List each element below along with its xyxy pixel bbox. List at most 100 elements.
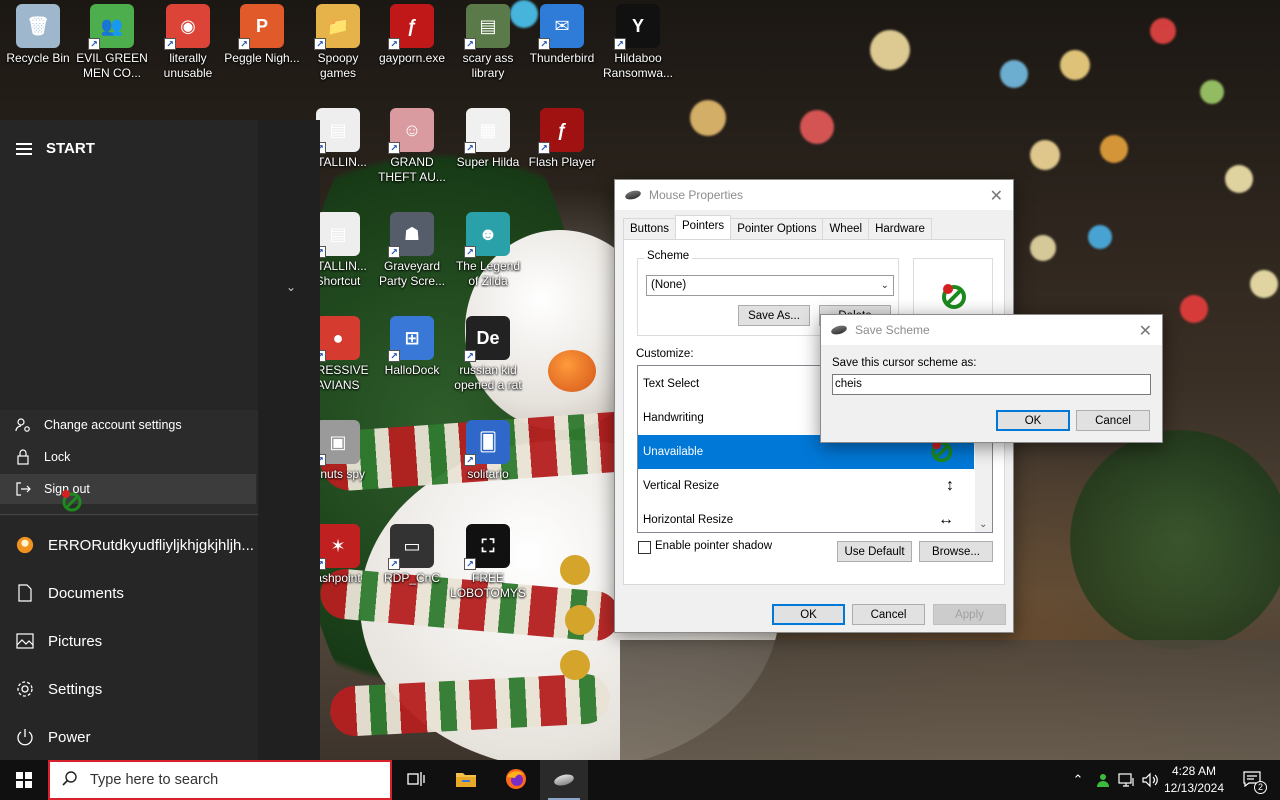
shortcut-arrow-icon: ↗ — [538, 38, 550, 50]
save-scheme-titlebar[interactable]: Save Scheme ✕ — [821, 315, 1162, 345]
desktop-icon[interactable]: De ↗ russian kid opened a rat — [450, 316, 526, 393]
desktop-icon[interactable]: ƒ ↗ gayporn.exe — [374, 4, 450, 66]
desktop-icon[interactable]: ⛶ ↗ FREE LOBOTOMYS — [450, 524, 526, 601]
desktop-icon-label: Recycle Bin — [6, 51, 70, 65]
desktop-icon[interactable]: 🂠 ↗ solitario — [450, 420, 526, 482]
lock-label: Lock — [44, 450, 71, 464]
list-item[interactable]: Horizontal Resize ↔ — [638, 503, 974, 532]
anime-icon: ☺ ↗ — [388, 108, 434, 154]
action-center-button[interactable]: 2 — [1234, 760, 1270, 800]
enable-pointer-shadow-checkbox[interactable] — [638, 541, 651, 554]
chevron-down-icon[interactable]: ⌄ — [979, 519, 987, 530]
tab-hardware[interactable]: Hardware — [868, 218, 932, 239]
taskbar-clock[interactable]: 4:28 AM 12/13/2024 — [1160, 763, 1228, 797]
file-explorer-button[interactable] — [442, 760, 490, 800]
mouse-properties-taskbar-button[interactable] — [540, 760, 588, 800]
lock-button[interactable]: Lock — [0, 442, 256, 472]
bokeh-light — [1100, 135, 1128, 163]
clock-time: 4:28 AM — [1171, 764, 1217, 778]
start-item-power[interactable]: Power — [0, 714, 258, 760]
ok-button[interactable]: OK — [996, 410, 1070, 431]
scheme-value: (None) — [651, 279, 687, 291]
volume-icon[interactable] — [1140, 760, 1162, 800]
start-button[interactable] — [0, 760, 48, 800]
close-icon[interactable]: ✕ — [1139, 321, 1152, 341]
enable-pointer-shadow-label: Enable pointer shadow — [655, 540, 772, 552]
windows-logo-icon — [16, 772, 32, 788]
shortcut-arrow-icon: ↗ — [238, 38, 250, 50]
desktop-icon-label: gayporn.exe — [378, 51, 446, 65]
desktop-icon[interactable]: ▭ ↗ RDP_CnC — [374, 524, 450, 586]
close-icon[interactable]: ✕ — [990, 186, 1003, 206]
bokeh-light — [1200, 80, 1224, 104]
desktop-icon[interactable]: ◉ ↗ literally unusable — [150, 4, 226, 81]
pictures-icon — [16, 632, 34, 650]
start-item-documents[interactable]: Documents — [0, 570, 258, 616]
chevron-up-icon[interactable]: ⌃ — [1068, 760, 1088, 800]
bokeh-light — [1088, 225, 1112, 249]
desktop-icon-label: solitario — [467, 467, 509, 481]
desktop-icon[interactable]: ☻ ↗ The Legend of Zilda — [450, 212, 526, 289]
shortcut-arrow-icon: ↗ — [388, 558, 400, 570]
desktop-icon-label: Spoopy games — [317, 51, 359, 80]
desktop-icon[interactable]: 🗑 Recycle Bin — [0, 4, 76, 66]
scheme-name-input[interactable]: cheis — [832, 374, 1151, 395]
use-default-button[interactable]: Use Default — [837, 541, 912, 562]
desktop-icon[interactable]: ƒ ↗ Flash Player — [524, 108, 600, 170]
search-icon — [62, 770, 78, 790]
start-item-pictures[interactable]: Pictures — [0, 618, 258, 664]
apply-button[interactable]: Apply — [933, 604, 1006, 625]
shortcut-arrow-icon: ↗ — [388, 38, 400, 50]
change-account-settings-button[interactable]: Change account settings — [0, 410, 256, 440]
firefox-button[interactable] — [492, 760, 540, 800]
desktop-icon-label: Flash Player — [528, 155, 596, 169]
save-as-button[interactable]: Save As... — [738, 305, 810, 326]
flashpoint-icon: ✶↗ — [314, 524, 360, 570]
save-scheme-prompt: Save this cursor scheme as: — [832, 357, 977, 369]
zilda-icon: ☻ ↗ — [464, 212, 510, 258]
desktop-icon[interactable]: P ↗ Peggle Nigh... — [224, 4, 300, 66]
desktop-icon[interactable]: Y ↗ Hildaboo Ransomwa... — [600, 4, 676, 81]
scheme-label: Scheme — [644, 250, 693, 262]
ok-button[interactable]: OK — [772, 604, 845, 625]
taskbar-search-box[interactable]: Type here to search — [48, 760, 392, 800]
desktop-icon-label: literally unusable — [163, 51, 213, 80]
network-icon[interactable] — [1116, 760, 1138, 800]
people-tray-icon[interactable] — [1092, 760, 1114, 800]
desktop-icon[interactable]: 📁 ↗ Spoopy games — [300, 4, 376, 81]
de-icon: De ↗ — [464, 316, 510, 362]
desktop-icon[interactable]: ☗ ↗ Graveyard Party Scre... — [374, 212, 450, 289]
start-item-settings[interactable]: Settings — [0, 666, 258, 712]
mouse-properties-titlebar[interactable]: Mouse Properties ✕ — [615, 180, 1013, 210]
rdp-icon: ▭ ↗ — [388, 524, 434, 570]
tab-pointer-options[interactable]: Pointer Options — [730, 218, 824, 239]
tab-pointers[interactable]: Pointers — [675, 215, 732, 239]
scheme-dropdown[interactable]: (None) ⌄ — [646, 275, 894, 296]
tab-wheel[interactable]: Wheel — [822, 218, 870, 239]
cancel-button[interactable]: Cancel — [852, 604, 925, 625]
desktop-icon[interactable]: ⊞ ↗ HalloDock — [374, 316, 450, 378]
bokeh-light — [1250, 270, 1278, 298]
flash-icon: ƒ ↗ — [538, 108, 584, 154]
shortcut-arrow-icon: ↗ — [388, 142, 400, 154]
sign-out-button[interactable]: Sign out — [0, 474, 256, 504]
desktop-icon[interactable]: ▦ ↗ Super Hilda — [450, 108, 526, 170]
desktop-icon[interactable]: ☺ ↗ GRAND THEFT AU... — [374, 108, 450, 185]
list-item[interactable]: Vertical Resize ↕ — [638, 469, 974, 503]
folder-icon — [455, 770, 477, 791]
desktop-icon[interactable]: ✉ ↗ Thunderbird — [524, 4, 600, 66]
desktop-icon[interactable]: ▤ ↗ scary ass library — [450, 4, 526, 81]
avatar — [16, 536, 34, 554]
user-account-button[interactable]: ERRORutdkyudfliyljkhjgkjhljh... — [0, 522, 258, 568]
peggle-icon: P ↗ — [238, 4, 284, 50]
task-view-button[interactable] — [392, 760, 440, 800]
start-header[interactable]: START — [16, 140, 95, 157]
cancel-button[interactable]: Cancel — [1076, 410, 1150, 431]
hamburger-menu-icon[interactable] — [16, 142, 32, 155]
chevron-down-icon[interactable]: ⌄ — [286, 280, 296, 294]
browse-button[interactable]: Browse... — [919, 541, 993, 562]
tab-buttons[interactable]: Buttons — [623, 218, 676, 239]
desktop-icon[interactable]: 👥 ↗ EVIL GREEN MEN CO... — [74, 4, 150, 81]
desktop-icon-label: russian kid opened a rat — [454, 363, 522, 392]
power-label: Power — [48, 728, 91, 746]
